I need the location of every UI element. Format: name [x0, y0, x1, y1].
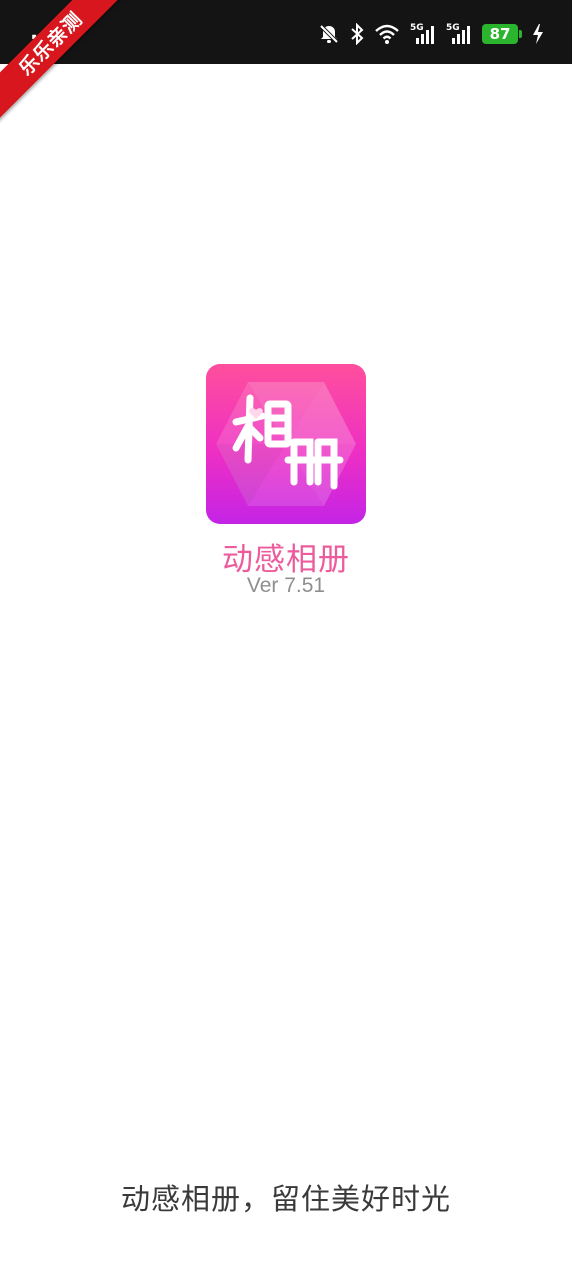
splash-screen: ...8 5G: [0, 0, 572, 1279]
app-version: Ver 7.51: [246, 574, 326, 597]
battery-level: 87: [489, 25, 511, 43]
charging-icon: [533, 24, 543, 44]
signal-5g-icon: 5G: [446, 23, 472, 45]
slogan: 动感相册，留住美好时光: [120, 1182, 451, 1216]
watermark-ribbon: 乐乐亲测: [0, 0, 140, 140]
app-name: 动感相册: [222, 542, 350, 578]
bluetooth-icon: [351, 23, 364, 45]
app-logo: [206, 364, 366, 524]
battery-icon: 87: [482, 24, 522, 44]
app-logo-graphic: [216, 382, 356, 506]
bell-off-icon: [319, 24, 339, 44]
watermark-text: 乐乐亲测: [0, 0, 130, 123]
wifi-icon: [375, 24, 399, 44]
signal-5g-icon: 5G: [410, 23, 436, 45]
status-icons: 5G 5G 87: [318, 20, 544, 48]
